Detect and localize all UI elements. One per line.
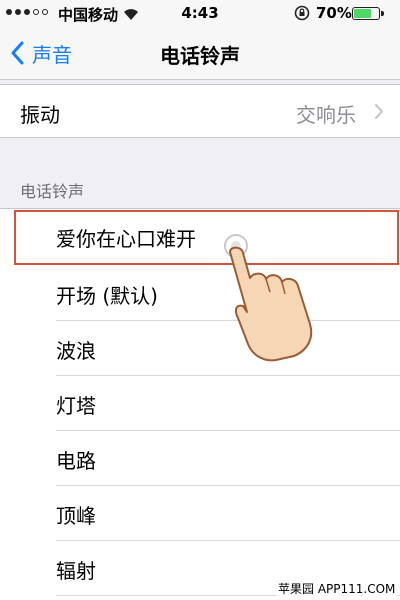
ringtone-label: 灯塔 — [56, 394, 96, 418]
ringtone-label: 辐射 — [56, 559, 96, 583]
ringtone-label: 顶峰 — [56, 504, 96, 528]
navigation-bar: 声音 电话铃声 — [0, 28, 400, 80]
chevron-right-icon — [374, 103, 384, 120]
ringtone-item[interactable]: 波浪 — [0, 321, 400, 376]
ringtone-item[interactable]: 灯塔 — [0, 376, 400, 431]
screen: 中国移动 4:43 70% 声音 电话铃声 振动 交响乐 电话铃声 爱你在心口难… — [0, 0, 400, 600]
battery-level — [354, 9, 371, 18]
rotation-lock-icon — [294, 5, 310, 21]
ringtone-label: 开场 (默认) — [56, 284, 158, 308]
vibration-row[interactable]: 振动 交响乐 — [0, 84, 400, 138]
ringtone-item[interactable]: 电路 — [0, 431, 400, 486]
vibration-label: 振动 — [20, 103, 60, 127]
ringtone-label: 爱你在心口难开 — [56, 227, 196, 251]
ringtone-item[interactable]: 顶峰 — [0, 486, 400, 541]
ringtone-label: 电路 — [56, 449, 96, 473]
battery-percentage: 70% — [316, 4, 352, 22]
ringtone-label: 波浪 — [56, 339, 96, 363]
watermark: 苹果园 APP111.COM — [276, 580, 398, 597]
ringtone-section-header: 电话铃声 — [20, 182, 85, 201]
ringtone-list: 爱你在心口难开 开场 (默认) 波浪 灯塔 电路 顶峰 辐射 — [0, 208, 400, 600]
status-bar: 中国移动 4:43 70% — [0, 0, 400, 28]
page-title: 电话铃声 — [160, 44, 240, 68]
ringtone-item[interactable]: 爱你在心口难开 — [0, 209, 400, 264]
battery-icon — [352, 7, 384, 20]
vibration-value: 交响乐 — [296, 103, 356, 127]
ringtone-item[interactable]: 开场 (默认) — [0, 266, 400, 321]
